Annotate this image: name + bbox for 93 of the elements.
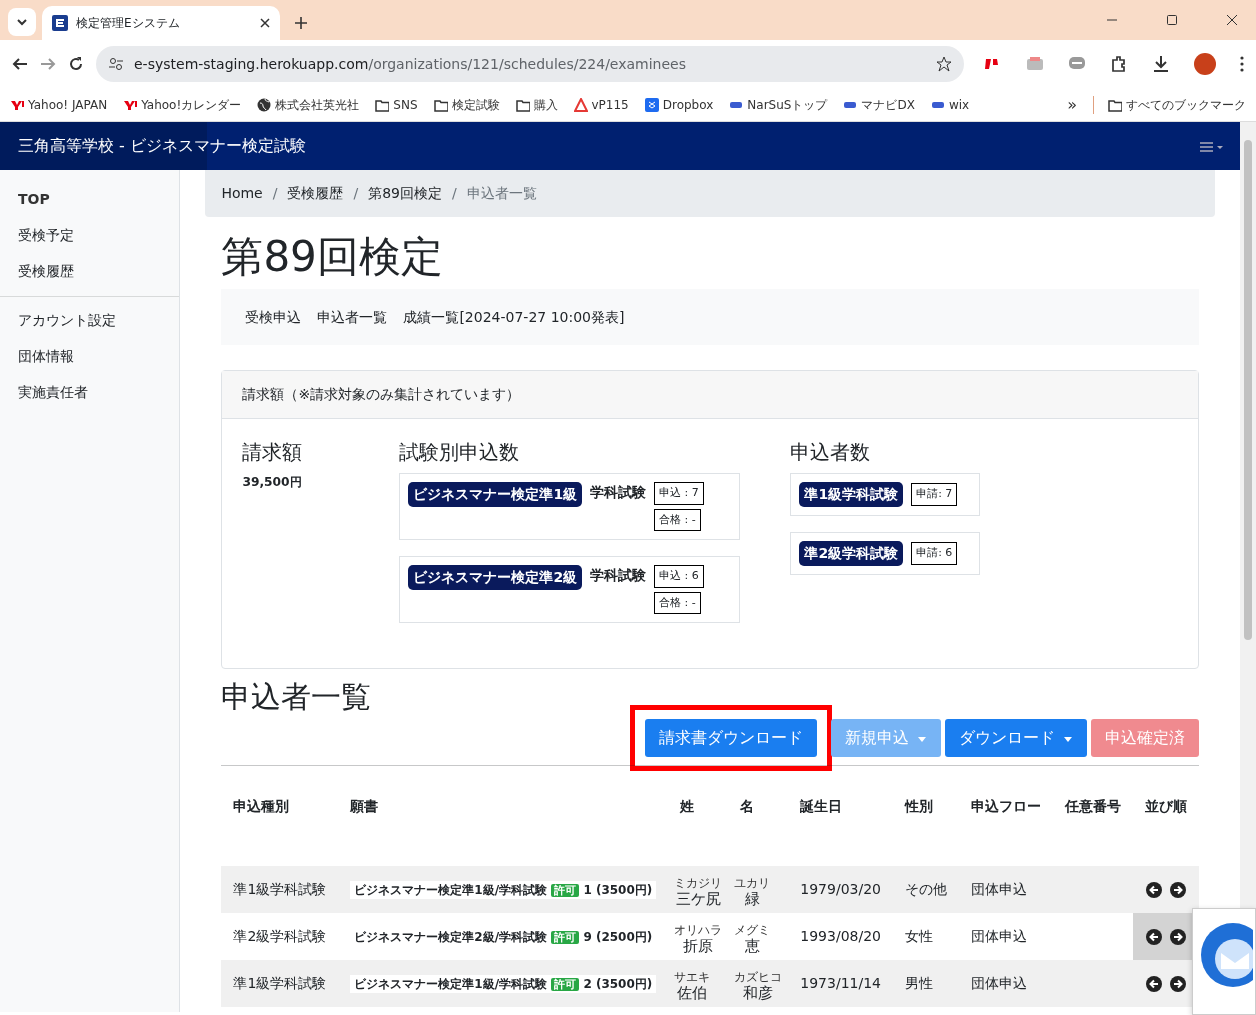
bookmark-link[interactable]: Dropbox (644, 95, 714, 114)
brand-title[interactable]: 三角高等学校 - ビジネスマナー検定試験 (18, 134, 306, 158)
approved-badge: 許可 (551, 978, 580, 991)
applied-count: 申込 : 6 (654, 565, 704, 588)
bookmarks-overflow-button[interactable]: » (1067, 92, 1077, 117)
applicants-heading: 申込者数 (790, 439, 872, 466)
sidebar-link[interactable]: 団体情報 (0, 339, 180, 375)
name-text: 三ケ尻 (675, 889, 721, 908)
applied-count: 申込 : 7 (654, 482, 704, 505)
sidebar-link[interactable]: 受検履歴 (0, 254, 180, 290)
table-cell: 準1級学科試験 (221, 960, 339, 1007)
table-cell: その他 (893, 866, 959, 913)
amount-value: 39,500円 (242, 474, 303, 491)
exam-badge: ビジネスマナー検定準1級 (408, 482, 583, 507)
column-header: 誕生日 (799, 796, 844, 816)
exam-badge: 準1級学科試験 (799, 482, 904, 507)
application-count: 申請: 6 (911, 542, 958, 565)
subject-label: 学科試験 (590, 566, 647, 585)
breadcrumb-link[interactable]: 受検履歴 (287, 183, 344, 204)
page-title: 第89回検定 (221, 231, 444, 283)
action-button[interactable]: 請求書ダウンロード (645, 719, 817, 757)
breadcrumb-separator: / (272, 184, 278, 203)
breadcrumb-link[interactable]: Home (221, 183, 263, 204)
url-text: e-system-staging.herokuapp.com/organizations/121/schedules/224/examinees (134, 54, 687, 74)
address-bar[interactable]: e-system-staging.herokuapp.com/organizations/121/schedules/224/examinees (96, 46, 964, 82)
breadcrumb-current: 申込者一覧 (466, 184, 537, 203)
approved-badge: 許可 (551, 931, 580, 944)
bookmark-link[interactable]: vP115 (573, 95, 629, 114)
table-cell: 女性 (893, 913, 959, 960)
column-header: 申込種別 (232, 796, 291, 816)
table-cell: 男性 (893, 960, 959, 1007)
subnav-link[interactable]: 成績一覧[2024-07-27 10:00発表] (403, 306, 625, 328)
column-header: 性別 (903, 796, 934, 816)
section-title: 申込者一覧 (221, 678, 373, 716)
name-reading: ユカリ (734, 876, 771, 890)
table-cell: 1979/03/20 (788, 866, 893, 913)
table-cell: 準2級学科試験 (221, 913, 339, 960)
bookmark-link[interactable]: SNS (375, 95, 418, 114)
browser-tab[interactable]: 検定管理Eシステム (42, 6, 280, 40)
sidebar-link[interactable]: 受検予定 (0, 218, 180, 254)
subnav-link[interactable]: 受検申込 (245, 306, 302, 328)
bookmark-link[interactable]: 株式会社英光社 (257, 95, 360, 114)
name-reading: メグミ (734, 923, 771, 937)
subject-label: 学科試験 (590, 483, 647, 502)
bookmark-link[interactable]: Yahoo! JAPAN (10, 95, 108, 114)
bookmark-link[interactable]: wix (930, 95, 970, 114)
exam-badge: ビジネスマナー検定準2級 (408, 565, 583, 590)
column-header: 並び順 (1144, 796, 1188, 816)
table-cell: 1973/11/14 (788, 960, 893, 1007)
application-form-text: ビジネスマナー検定準1級/学科試験 許可 2 (3500円) (350, 975, 657, 993)
column-header: 姓 (679, 796, 696, 816)
bookmark-link[interactable]: 検定試験 (433, 95, 500, 114)
breadcrumb-separator: / (452, 184, 457, 203)
bookmark-link[interactable]: NarSuSトップ (729, 95, 828, 114)
column-header: 任意番号 (1063, 796, 1122, 816)
exams-heading: 試験別申込数 (399, 439, 521, 466)
table-cell: 準1級学科試験 (221, 866, 339, 913)
bookmark-link[interactable]: Yahoo!カレンダー (123, 95, 242, 114)
all-bookmarks-link[interactable]: すべてのブックマーク (1093, 95, 1246, 114)
name-reading: カズヒコ (734, 970, 783, 984)
tab-title: 検定管理Eシステム (76, 15, 181, 32)
name-reading: オリハラ (674, 923, 723, 937)
column-header: 願書 (349, 796, 380, 816)
card-header: 請求額（※請求対象のみ集計されています） (222, 371, 1198, 419)
column-header: 名 (739, 796, 756, 816)
subnav-link[interactable]: 申込者一覧 (317, 306, 388, 328)
name-text: 折原 (683, 936, 714, 955)
name-text: 和彦 (743, 983, 774, 1002)
bookmark-link[interactable]: 購入 (515, 95, 558, 114)
amount-heading: 請求額 (242, 439, 304, 466)
table-cell: 団体申込 (959, 960, 1053, 1007)
table-cell: 1993/08/20 (788, 913, 893, 960)
sidebar-link[interactable]: アカウント設定 (0, 303, 180, 339)
action-button[interactable]: ダウンロード (945, 719, 1087, 757)
column-header: 申込フロー (970, 796, 1042, 816)
name-text: 緑 (744, 889, 760, 908)
exam-badge: 準2級学科試験 (799, 541, 904, 566)
name-text: 佐伯 (677, 983, 708, 1002)
table-cell: 団体申込 (959, 913, 1053, 960)
name-text: 恵 (744, 936, 760, 955)
passed-count: 合格 : - (654, 508, 701, 531)
approved-badge: 許可 (551, 884, 580, 897)
bookmark-link[interactable]: マナビDX (843, 95, 915, 114)
application-count: 申請: 7 (911, 483, 958, 506)
sidebar-link[interactable]: TOP (0, 182, 180, 218)
table-cell: 団体申込 (959, 866, 1053, 913)
sidebar-link[interactable]: 実施責任者 (0, 375, 180, 411)
name-reading: ミカジリ (674, 876, 723, 890)
name-reading: サエキ (674, 970, 711, 984)
application-form-text: ビジネスマナー検定準1級/学科試験 許可 1 (3500円) (350, 881, 657, 899)
passed-count: 合格 : - (654, 591, 701, 614)
breadcrumb-separator: / (353, 184, 359, 203)
breadcrumb-link[interactable]: 第89回検定 (368, 183, 442, 204)
